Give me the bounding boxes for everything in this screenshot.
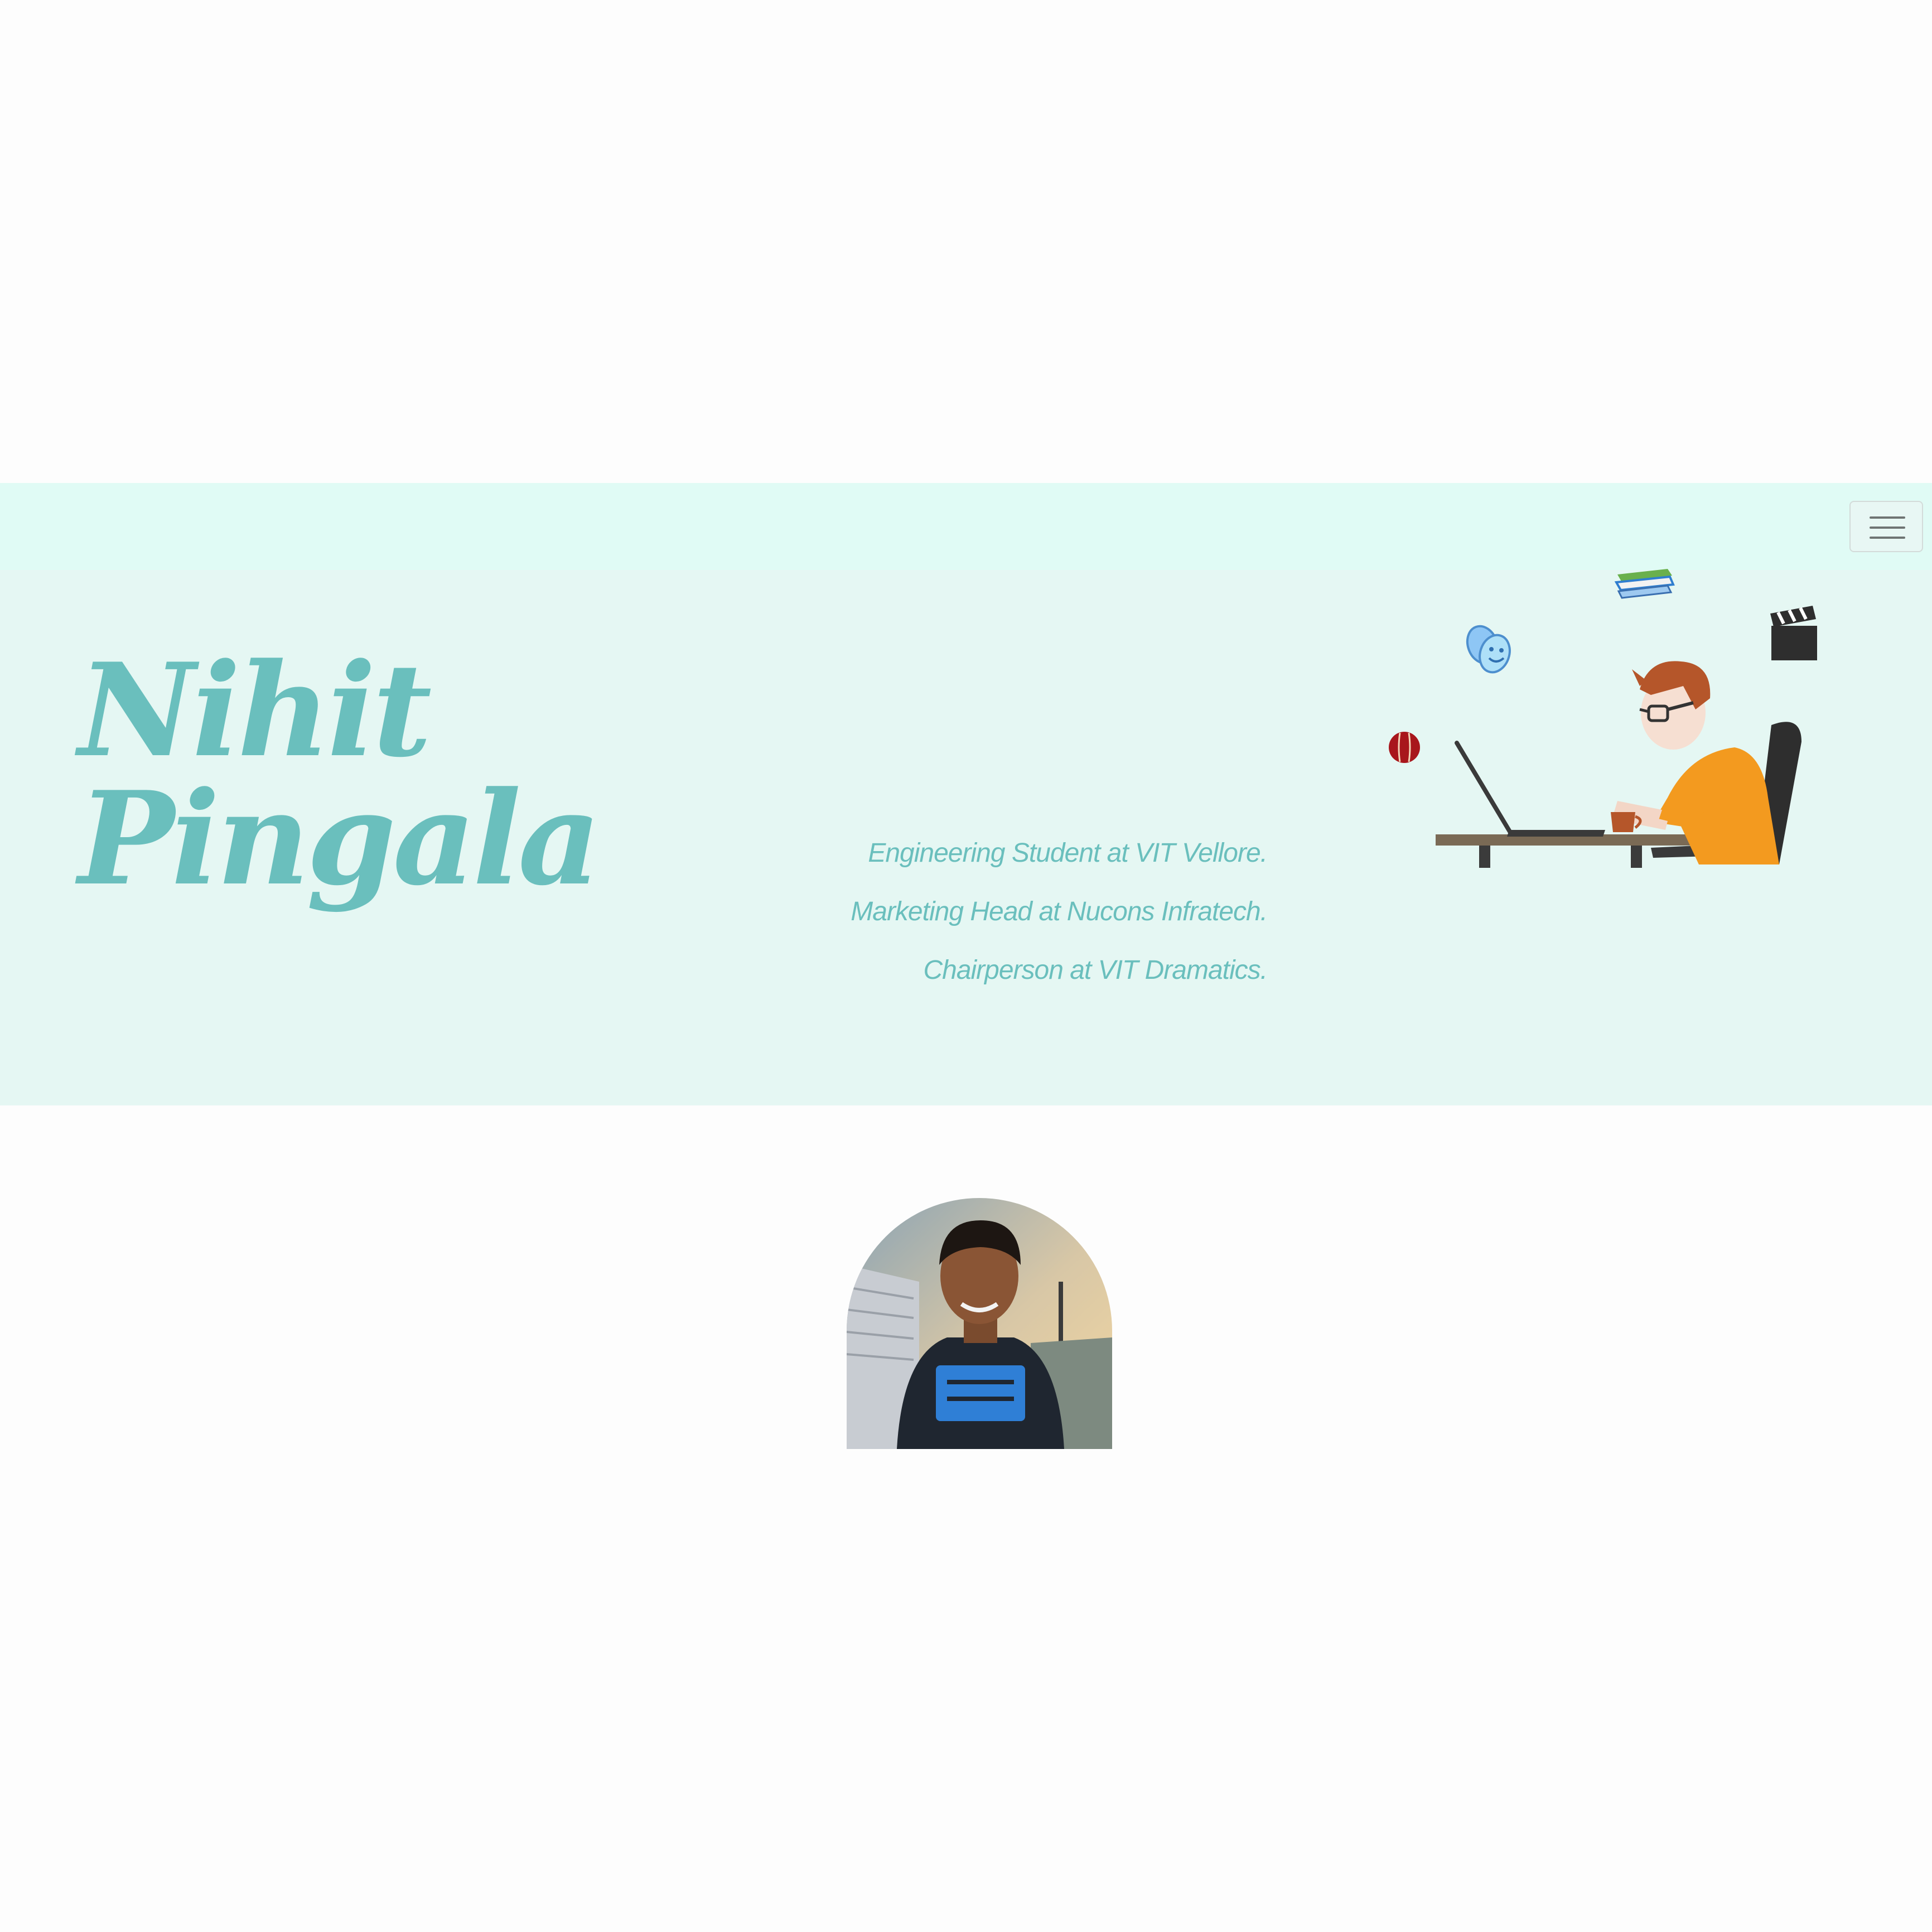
tagline: Chairperson at VIT Dramatics. (923, 955, 1268, 985)
cricket-ball-icon (1389, 732, 1420, 763)
profile-photo (847, 1198, 1112, 1449)
hero-illustration (1389, 569, 1817, 868)
clapperboard-icon (1770, 606, 1817, 660)
theatre-masks-icon (1466, 625, 1511, 674)
laptop-icon (1455, 741, 1605, 837)
books-icon (1614, 569, 1675, 599)
tagline: Marketing Head at Nucons Infratech. (851, 897, 1268, 926)
tagline: Engineering Student at VIT Vellore. (868, 838, 1268, 868)
taglines: Engineering Student at VIT Vellore. Mark… (669, 831, 1268, 1007)
profile-photo-image (847, 1198, 1112, 1449)
hamburger-menu-icon (1870, 516, 1905, 539)
navbar (0, 483, 1932, 570)
menu-toggle-button[interactable] (1849, 501, 1923, 552)
